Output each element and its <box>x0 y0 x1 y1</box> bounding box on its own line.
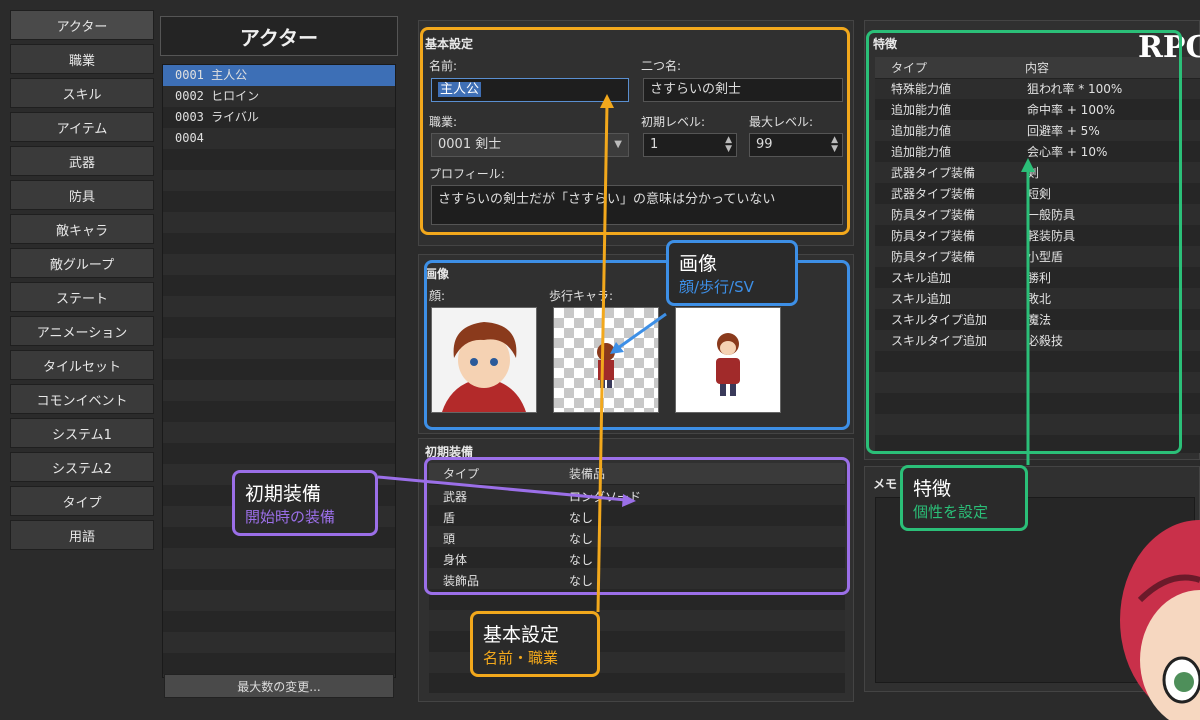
image-arrow <box>617 312 667 350</box>
equipment-callout-sub: 開始時の装備 <box>245 508 336 526</box>
image-callout: 画像 顔/歩行/SV <box>666 240 798 306</box>
equipment-callout: 初期装備 開始時の装備 <box>232 470 378 536</box>
equip-arrow-head <box>622 494 636 507</box>
traits-callout: 特徴 個性を設定 <box>900 465 1028 531</box>
basic-settings-callout-title: 基本設定 <box>483 624 560 646</box>
image-callout-title: 画像 <box>679 253 718 275</box>
equip-arrow <box>377 475 627 502</box>
basic-settings-callout: 基本設定 名前・職業 <box>470 611 600 677</box>
basic-arrow-head <box>600 94 614 108</box>
basic-arrow <box>596 103 609 613</box>
basic-settings-callout-sub: 名前・職業 <box>483 649 559 667</box>
traits-arrow-head <box>1021 158 1035 172</box>
traits-callout-sub: 個性を設定 <box>913 503 989 521</box>
callout-arrows <box>377 94 1035 613</box>
equipment-callout-title: 初期装備 <box>245 483 322 505</box>
traits-callout-title: 特徴 <box>913 478 952 500</box>
image-callout-sub: 顔/歩行/SV <box>679 278 754 296</box>
